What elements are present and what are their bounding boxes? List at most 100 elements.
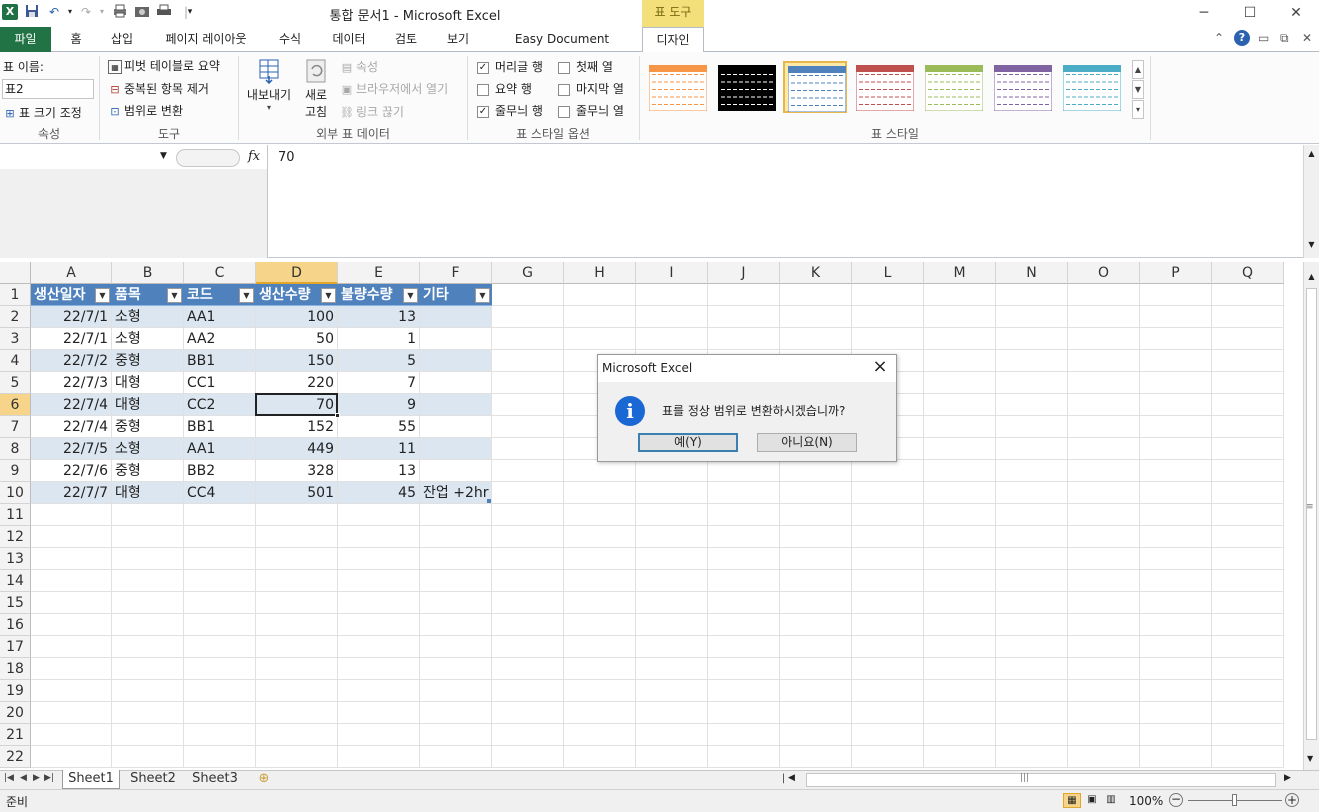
empty-cell[interactable] (338, 592, 420, 614)
open-in-browser-button[interactable]: ▣ 브라우저에서 열기 (340, 80, 448, 97)
table-name-input[interactable]: 표2 (2, 79, 94, 99)
table-cell[interactable]: 22/7/1 (31, 328, 112, 350)
empty-cell[interactable] (564, 482, 636, 504)
table-style-swatch[interactable] (921, 61, 985, 113)
filter-dropdown-icon[interactable]: ▼ (403, 288, 418, 303)
empty-cell[interactable] (780, 482, 852, 504)
empty-cell[interactable] (338, 658, 420, 680)
empty-cell[interactable] (996, 680, 1068, 702)
column-header-n[interactable]: N (996, 262, 1068, 284)
empty-cell[interactable] (1140, 328, 1212, 350)
empty-cell[interactable] (780, 636, 852, 658)
column-header-g[interactable]: G (492, 262, 564, 284)
empty-cell[interactable] (31, 636, 112, 658)
empty-cell[interactable] (1140, 746, 1212, 768)
empty-cell[interactable] (564, 636, 636, 658)
table-cell[interactable]: 152 (256, 416, 338, 438)
empty-cell[interactable] (564, 526, 636, 548)
empty-cell[interactable] (1068, 460, 1140, 482)
empty-cell[interactable] (256, 614, 338, 636)
table-header-cell[interactable]: 코드 ▼ (184, 284, 256, 306)
empty-cell[interactable] (780, 746, 852, 768)
empty-cell[interactable] (708, 504, 780, 526)
maximize-button[interactable]: ☐ (1230, 2, 1270, 24)
empty-cell[interactable] (492, 460, 564, 482)
table-cell[interactable] (420, 350, 492, 372)
empty-cell[interactable] (1068, 394, 1140, 416)
zoom-slider-thumb[interactable] (1232, 794, 1237, 806)
empty-cell[interactable] (1212, 306, 1284, 328)
name-box[interactable]: ▼ (0, 147, 175, 169)
table-cell[interactable]: 55 (338, 416, 420, 438)
row-header-15[interactable]: 15 (0, 592, 31, 614)
gallery-scroll-down-icon[interactable]: ▼ (1132, 80, 1144, 99)
option-banded-columns[interactable]: 줄무늬 열 (558, 102, 624, 119)
empty-cell[interactable] (996, 636, 1068, 658)
empty-cell[interactable] (924, 548, 996, 570)
empty-cell[interactable] (924, 570, 996, 592)
row-header-5[interactable]: 5 (0, 372, 31, 394)
empty-cell[interactable] (996, 328, 1068, 350)
empty-cell[interactable] (1212, 592, 1284, 614)
filter-dropdown-icon[interactable]: ▼ (475, 288, 490, 303)
table-resize-handle[interactable] (487, 499, 491, 503)
empty-cell[interactable] (492, 482, 564, 504)
empty-cell[interactable] (112, 680, 184, 702)
empty-cell[interactable] (1140, 372, 1212, 394)
empty-cell[interactable] (338, 702, 420, 724)
ribbon-collapse-icon[interactable]: ⌃ (1214, 31, 1224, 45)
empty-cell[interactable] (564, 592, 636, 614)
table-cell[interactable]: 22/7/6 (31, 460, 112, 482)
empty-cell[interactable] (420, 526, 492, 548)
dialog-title-bar[interactable]: Microsoft Excel × (598, 355, 896, 382)
table-cell[interactable]: 소형 (112, 328, 184, 350)
empty-cell[interactable] (996, 438, 1068, 460)
empty-cell[interactable] (1140, 438, 1212, 460)
scroll-right-icon[interactable]: ▶ (1284, 773, 1291, 783)
empty-cell[interactable] (1068, 592, 1140, 614)
scroll-down-icon[interactable]: ▼ (1307, 754, 1313, 763)
empty-cell[interactable] (852, 702, 924, 724)
empty-cell[interactable] (924, 460, 996, 482)
table-header-cell[interactable]: 불량수량 ▼ (338, 284, 420, 306)
empty-cell[interactable] (924, 724, 996, 746)
table-cell[interactable]: BB1 (184, 416, 256, 438)
empty-cell[interactable] (1068, 350, 1140, 372)
row-header-9[interactable]: 9 (0, 460, 31, 482)
tab-easy-document-creator[interactable]: Easy Document Creator (492, 27, 632, 70)
empty-cell[interactable] (564, 570, 636, 592)
empty-cell[interactable] (1212, 548, 1284, 570)
empty-cell[interactable] (852, 636, 924, 658)
empty-cell[interactable] (708, 658, 780, 680)
prev-sheet-icon[interactable]: ◀ (20, 773, 27, 783)
empty-cell[interactable] (1212, 636, 1284, 658)
empty-cell[interactable] (31, 680, 112, 702)
empty-cell[interactable] (996, 746, 1068, 768)
table-cell[interactable]: 잔업 +2hr (420, 482, 492, 504)
empty-cell[interactable] (184, 724, 256, 746)
empty-cell[interactable] (780, 592, 852, 614)
name-box-dropdown-icon[interactable]: ▼ (160, 151, 167, 161)
empty-cell[interactable] (1140, 614, 1212, 636)
workbook-restore-icon[interactable]: ⧉ (1280, 31, 1289, 46)
empty-cell[interactable] (31, 724, 112, 746)
export-button[interactable]: 내보내기 ▾ (246, 58, 292, 112)
empty-cell[interactable] (1068, 372, 1140, 394)
empty-cell[interactable] (492, 746, 564, 768)
empty-cell[interactable] (1212, 702, 1284, 724)
table-cell[interactable]: 328 (256, 460, 338, 482)
empty-cell[interactable] (420, 746, 492, 768)
table-cell[interactable]: 100 (256, 306, 338, 328)
empty-cell[interactable] (708, 702, 780, 724)
empty-cell[interactable] (112, 504, 184, 526)
empty-cell[interactable] (256, 680, 338, 702)
column-header-m[interactable]: M (924, 262, 996, 284)
empty-cell[interactable] (708, 680, 780, 702)
empty-cell[interactable] (338, 636, 420, 658)
table-style-swatch[interactable] (990, 61, 1054, 113)
gallery-scroll-up-icon[interactable]: ▲ (1132, 60, 1144, 79)
empty-cell[interactable] (708, 724, 780, 746)
empty-cell[interactable] (492, 438, 564, 460)
empty-cell[interactable] (1140, 306, 1212, 328)
empty-cell[interactable] (256, 526, 338, 548)
